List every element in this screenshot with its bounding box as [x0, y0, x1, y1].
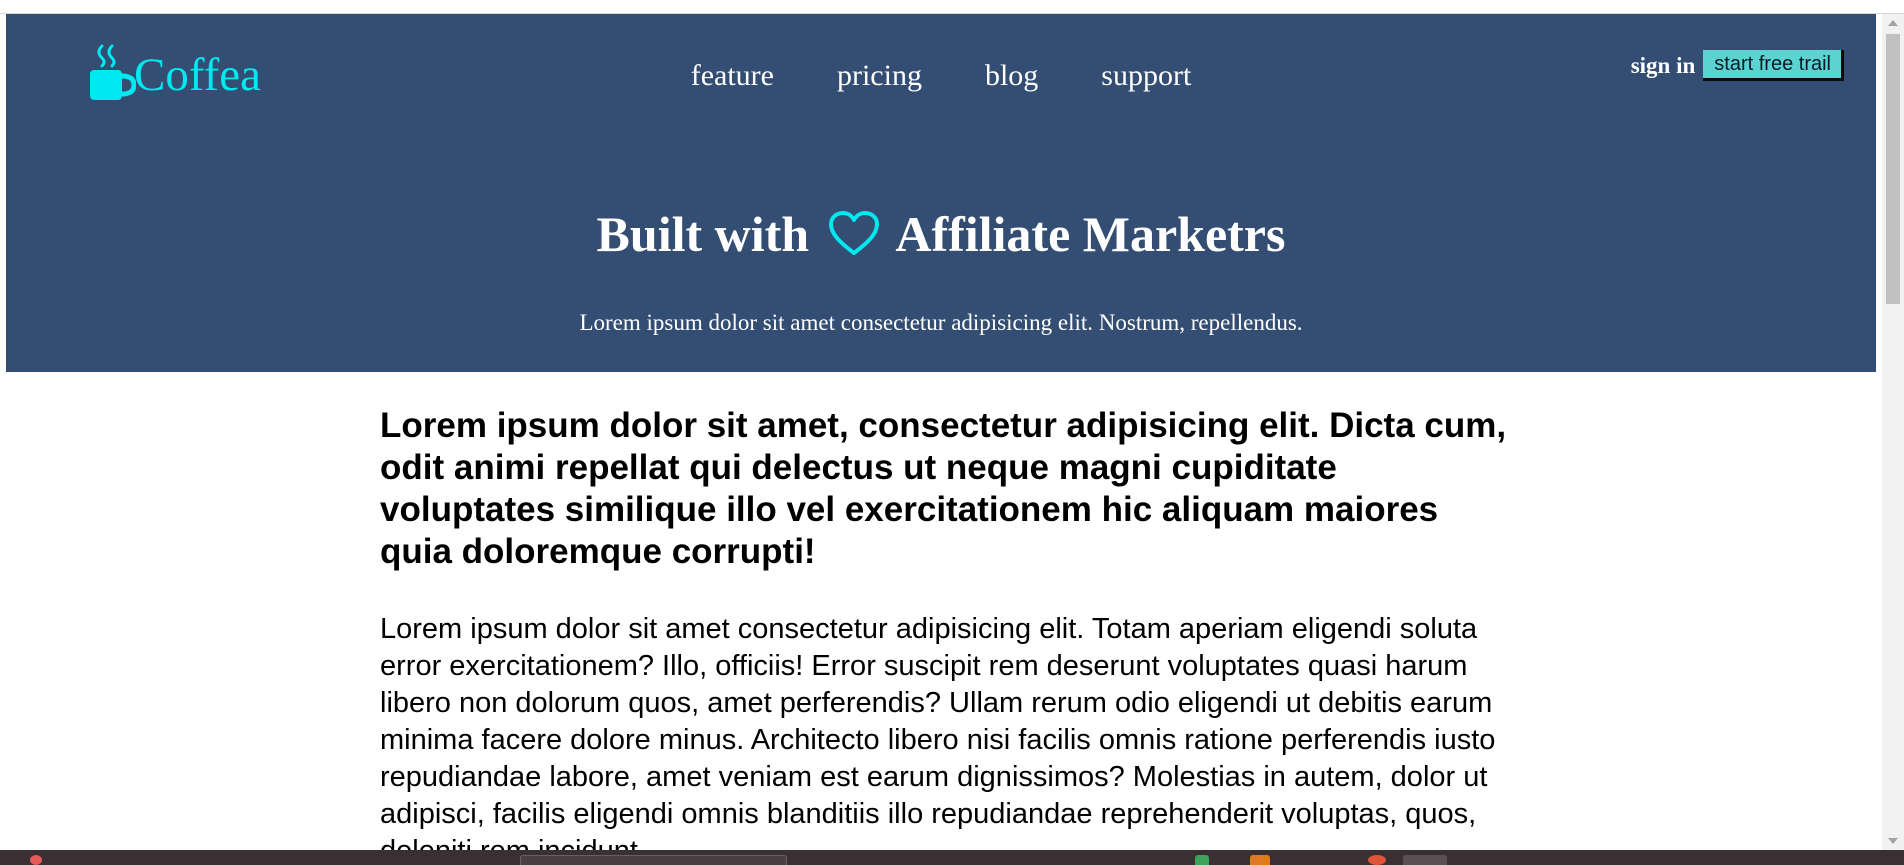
- sign-in-link[interactable]: sign in: [1631, 53, 1696, 79]
- scroll-thumb[interactable]: [1886, 34, 1900, 304]
- taskbar-app-icon[interactable]: [1195, 855, 1209, 865]
- taskbar-app-icon[interactable]: [1403, 855, 1447, 865]
- taskbar-app-icon[interactable]: [1368, 855, 1386, 865]
- nav-link-pricing[interactable]: pricing: [837, 58, 922, 94]
- site-header: Coffea feature pricing blog support sign…: [6, 14, 1876, 372]
- auth-area: sign in start free trail: [1631, 50, 1844, 81]
- scroll-up-icon[interactable]: [1888, 20, 1898, 26]
- taskbar: [0, 850, 1904, 865]
- taskbar-app-icon[interactable]: [1250, 855, 1270, 865]
- taskbar-search-box[interactable]: [520, 855, 787, 865]
- hero-subtitle: Lorem ipsum dolor sit amet consectetur a…: [579, 310, 1303, 335]
- page-scrollbar[interactable]: [1882, 14, 1904, 850]
- heart-icon: [828, 211, 879, 255]
- nav-link-feature[interactable]: feature: [691, 58, 774, 94]
- content-heading: Lorem ipsum dolor sit amet, consectetur …: [380, 406, 1507, 571]
- start-free-trail-button[interactable]: start free trail: [1703, 50, 1844, 81]
- main-nav: feature pricing blog support: [6, 58, 1876, 94]
- main-content: Lorem ipsum dolor sit amet, consectetur …: [380, 405, 1510, 865]
- hero-title-before: Built with: [596, 206, 810, 262]
- content-paragraph: Lorem ipsum dolor sit amet consectetur a…: [380, 613, 1496, 865]
- hero-title: Built with Affiliate Marketrs: [6, 204, 1876, 264]
- nav-link-support[interactable]: support: [1101, 58, 1191, 94]
- hero-title-after: Affiliate Marketrs: [895, 206, 1286, 262]
- nav-link-blog[interactable]: blog: [985, 58, 1038, 94]
- taskbar-app-icon[interactable]: [30, 855, 42, 865]
- browser-top-strip: [0, 0, 1904, 14]
- scroll-down-icon[interactable]: [1888, 838, 1898, 844]
